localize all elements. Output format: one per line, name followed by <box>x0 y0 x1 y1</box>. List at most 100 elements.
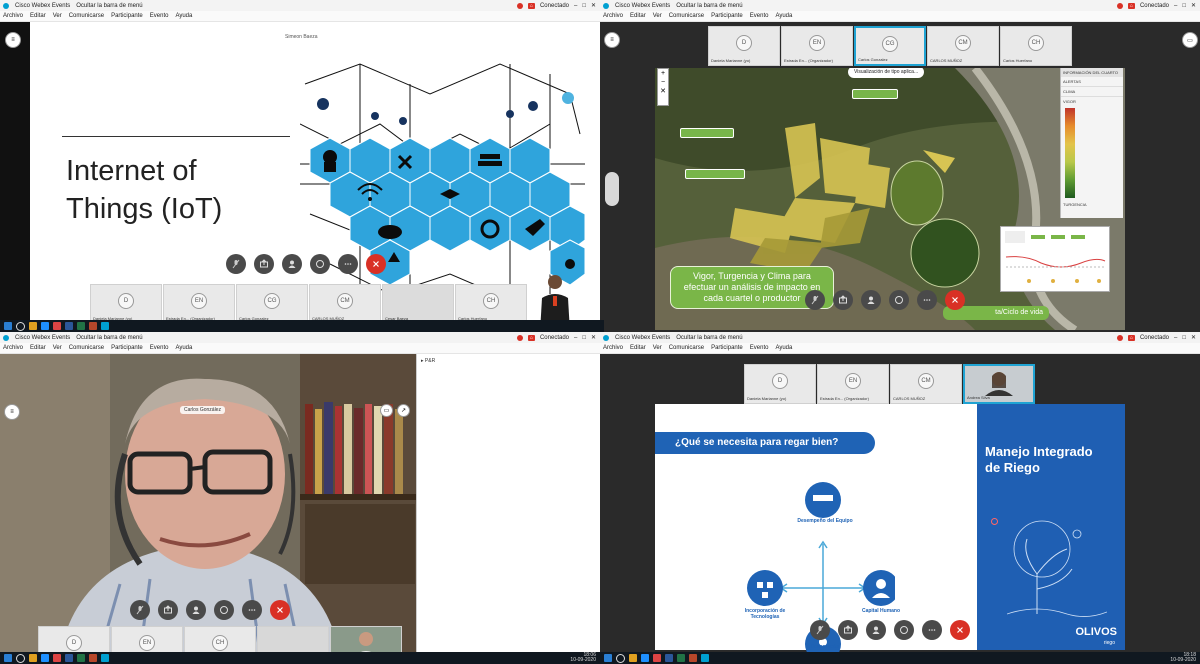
menu-participante[interactable]: Participante <box>711 13 743 19</box>
more-button[interactable] <box>242 600 262 620</box>
close-icon[interactable]: ✕ <box>591 334 596 341</box>
file-explorer-icon[interactable] <box>29 322 37 330</box>
menu-comunicarse[interactable]: Comunicarse <box>669 13 704 19</box>
menu-comunicarse[interactable]: Comunicarse <box>69 345 104 351</box>
menu-evento[interactable]: Evento <box>150 345 169 351</box>
menu-editar[interactable]: Editar <box>30 13 46 19</box>
record-icon[interactable] <box>1116 2 1123 9</box>
maximize-icon[interactable]: □ <box>1182 3 1186 9</box>
windows-start-icon[interactable] <box>4 654 12 662</box>
more-button[interactable] <box>922 620 942 640</box>
menu-participante[interactable]: Participante <box>111 13 143 19</box>
participants-button[interactable] <box>282 254 302 274</box>
chrome-icon[interactable] <box>53 322 61 330</box>
menu-ver[interactable]: Ver <box>53 13 62 19</box>
menu-archivo[interactable]: Archivo <box>603 345 623 351</box>
record-icon[interactable] <box>1116 334 1123 341</box>
chat-button[interactable] <box>310 254 330 274</box>
menu-evento[interactable]: Evento <box>750 13 769 19</box>
share-button[interactable] <box>158 600 178 620</box>
file-explorer-icon[interactable] <box>629 654 637 662</box>
fullscreen-button[interactable]: ↗ <box>397 404 410 417</box>
chrome-icon[interactable] <box>653 654 661 662</box>
minimize-icon[interactable]: – <box>1174 3 1177 9</box>
participant-tile[interactable]: CHCarlos Huerfano <box>1000 26 1072 66</box>
record-icon[interactable] <box>516 334 523 341</box>
excel-icon[interactable] <box>677 654 685 662</box>
leave-button[interactable] <box>366 254 386 274</box>
menu-editar[interactable]: Editar <box>630 13 646 19</box>
close-icon[interactable]: ✕ <box>591 2 596 9</box>
record-icon[interactable] <box>516 2 523 9</box>
share-button[interactable] <box>833 290 853 310</box>
participant-tile[interactable]: D Daniela Marianne (yo) <box>708 26 780 66</box>
menu-ayuda[interactable]: Ayuda <box>175 345 192 351</box>
lock-badge[interactable]: ⌂ <box>527 334 535 341</box>
menu-evento[interactable]: Evento <box>750 345 769 351</box>
chrome-icon[interactable] <box>53 654 61 662</box>
excel-icon[interactable] <box>77 654 85 662</box>
mute-button[interactable] <box>805 290 825 310</box>
menu-editar[interactable]: Editar <box>30 345 46 351</box>
menu-archivo[interactable]: Archivo <box>603 13 623 19</box>
share-button[interactable] <box>838 620 858 640</box>
panel-toggle-button[interactable]: ▭ <box>1182 32 1198 48</box>
leave-button[interactable] <box>950 620 970 640</box>
windows-start-icon[interactable] <box>4 322 12 330</box>
webex-taskbar-icon[interactable] <box>101 654 109 662</box>
menu-ver[interactable]: Ver <box>653 345 662 351</box>
slide-menu-button[interactable]: ≡ <box>604 32 620 48</box>
participant-tile[interactable]: CG Carlos Gonzalez <box>854 26 926 66</box>
participant-tile[interactable]: EN Estrada En... (Organizador) <box>817 364 889 404</box>
file-explorer-icon[interactable] <box>29 654 37 662</box>
mute-button[interactable] <box>130 600 150 620</box>
windows-start-icon[interactable] <box>604 654 612 662</box>
nav-handle[interactable] <box>605 172 619 206</box>
menu-editar[interactable]: Editar <box>630 345 646 351</box>
powerpoint-icon[interactable] <box>689 654 697 662</box>
menu-ayuda[interactable]: Ayuda <box>775 13 792 19</box>
participants-button[interactable] <box>866 620 886 640</box>
participant-tile[interactable]: EN Estrada En... (Organizador) <box>781 26 853 66</box>
edge-icon[interactable] <box>641 654 649 662</box>
leave-button[interactable] <box>270 600 290 620</box>
lock-badge[interactable]: ⌂ <box>1127 334 1135 341</box>
participants-button[interactable] <box>861 290 881 310</box>
menu-participante[interactable]: Participante <box>711 345 743 351</box>
panel-row-turgencia[interactable]: TURGENCIA <box>1061 200 1123 209</box>
word-icon[interactable] <box>65 322 73 330</box>
edge-icon[interactable] <box>41 322 49 330</box>
word-icon[interactable] <box>65 654 73 662</box>
zoom-control[interactable]: + − ✕ <box>657 68 669 106</box>
participant-tile[interactable]: CM CARLOS MUÑOZ <box>927 26 999 66</box>
leave-button[interactable] <box>945 290 965 310</box>
lock-badge[interactable]: ⌂ <box>527 2 535 9</box>
menu-ver[interactable]: Ver <box>53 345 62 351</box>
word-icon[interactable] <box>665 654 673 662</box>
maximize-icon[interactable]: □ <box>582 335 586 341</box>
menu-ver[interactable]: Ver <box>653 13 662 19</box>
hide-menu-link[interactable]: Ocultar la barra de menú <box>76 335 142 341</box>
panel-row-alertas[interactable]: ALERTAS <box>1061 77 1123 87</box>
webex-taskbar-icon[interactable] <box>701 654 709 662</box>
webex-taskbar-icon[interactable] <box>101 322 109 330</box>
excel-icon[interactable] <box>77 322 85 330</box>
minimize-icon[interactable]: – <box>574 335 577 341</box>
panel-row-vigor[interactable]: VIGOR <box>1061 97 1123 106</box>
qa-tab[interactable]: ▸ P&R <box>417 354 600 368</box>
powerpoint-icon[interactable] <box>89 654 97 662</box>
menu-participante[interactable]: Participante <box>111 345 143 351</box>
participant-tile[interactable]: CHCarlos Huerfano <box>455 284 527 324</box>
menu-evento[interactable]: Evento <box>150 13 169 19</box>
menu-archivo[interactable]: Archivo <box>3 345 23 351</box>
more-button[interactable] <box>338 254 358 274</box>
participant-tile[interactable]: Cesar Baeza <box>382 284 454 324</box>
search-icon[interactable] <box>16 321 25 331</box>
powerpoint-icon[interactable] <box>89 322 97 330</box>
participant-tile[interactable]: CM CARLOS MUÑOZ <box>309 284 381 324</box>
mute-button[interactable] <box>226 254 246 274</box>
lock-badge[interactable]: ⌂ <box>1127 2 1135 9</box>
hide-menu-link[interactable]: Ocultar la barra de menú <box>76 3 142 9</box>
maximize-icon[interactable]: □ <box>582 3 586 9</box>
menu-ayuda[interactable]: Ayuda <box>175 13 192 19</box>
